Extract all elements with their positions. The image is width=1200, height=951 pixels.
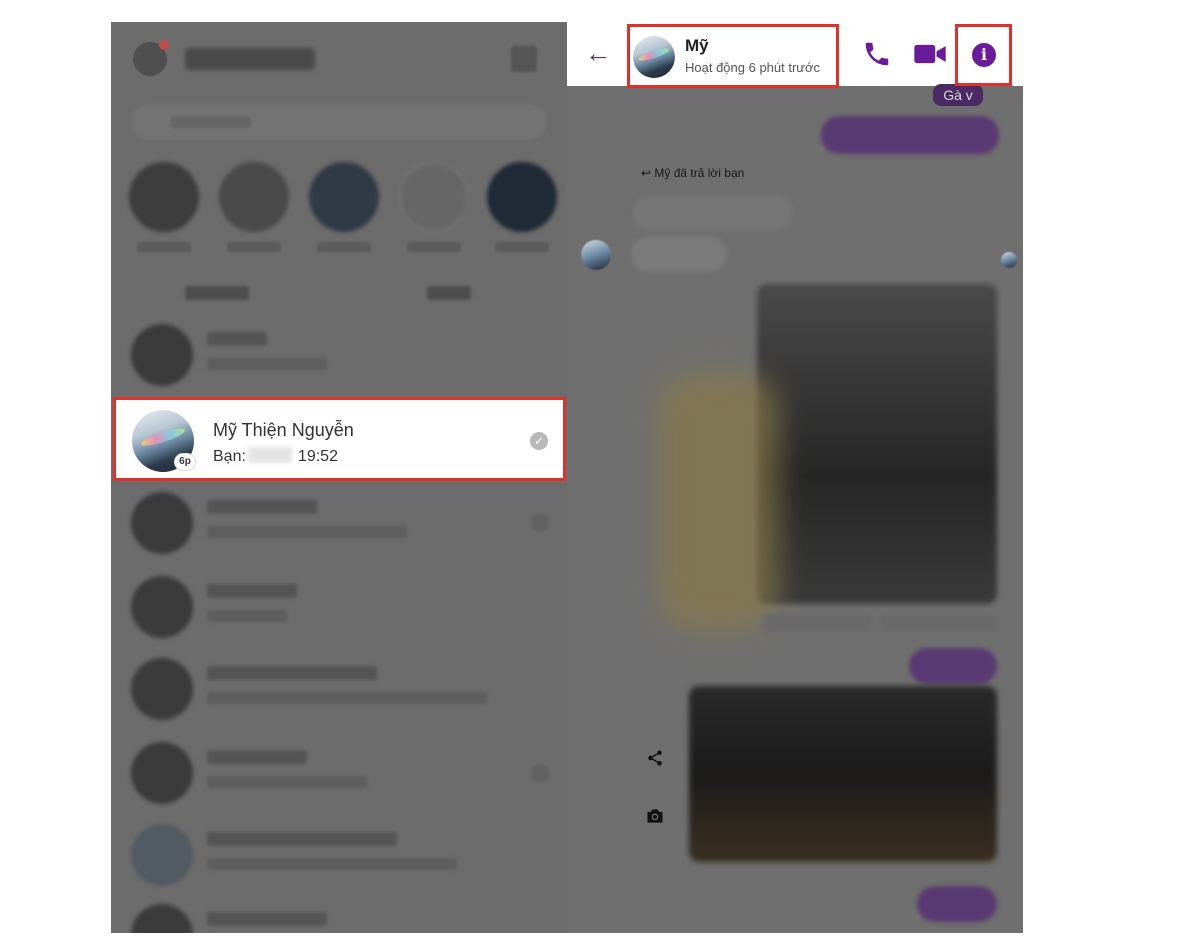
avatar (131, 576, 193, 638)
chat-contact-header[interactable]: Mỹ Hoạt động 6 phút trước (627, 24, 839, 88)
story-name (137, 242, 191, 252)
read-indicator-icon (531, 514, 549, 532)
story-name (407, 242, 461, 252)
active-status: Hoạt động 6 phút trước (685, 60, 821, 75)
avatar (131, 904, 193, 933)
list-item-name (207, 500, 317, 514)
phone-icon[interactable] (862, 39, 892, 69)
check-circle-icon: ✓ (530, 432, 548, 450)
list-item[interactable] (111, 648, 567, 728)
message-bubble-outgoing: Gà v (933, 84, 983, 106)
message-preview: Bạn: 19:52 (213, 447, 338, 466)
compose-icon[interactable] (511, 46, 537, 72)
camera-icon[interactable] (637, 798, 673, 834)
avatar (131, 742, 193, 804)
preview-time: 19:52 (297, 448, 338, 465)
arrow-left-icon[interactable]: ← (585, 38, 611, 68)
photo-message[interactable] (689, 686, 997, 862)
info-button[interactable]: i (955, 24, 1012, 86)
list-item-preview (207, 858, 457, 870)
photo-caption (763, 614, 873, 632)
list-item-preview (207, 526, 407, 538)
list-item[interactable] (111, 314, 567, 394)
reply-arrow-icon: ↩ (641, 166, 655, 180)
sticker-decoration (659, 372, 779, 632)
list-item-name (207, 832, 397, 846)
list-item-name (207, 750, 307, 764)
story-item[interactable] (219, 162, 295, 252)
seen-avatar (1001, 252, 1017, 268)
photo-caption (879, 614, 999, 632)
tab-primary[interactable] (185, 286, 249, 300)
list-item-preview (207, 610, 287, 622)
story-item[interactable] (309, 162, 385, 252)
list-item-name (207, 332, 267, 346)
contact-name: Mỹ (685, 36, 709, 55)
avatar (131, 824, 193, 886)
read-indicator-icon (531, 764, 549, 782)
profile-avatar[interactable] (133, 40, 169, 76)
story-avatar (129, 162, 199, 232)
active-time-badge: 6p (174, 453, 196, 471)
reply-indicator: ↩ Mỹ đã trả lời bạn (641, 166, 744, 180)
inbox-tabs (111, 278, 567, 308)
story-name (317, 242, 371, 252)
chats-header (111, 22, 567, 102)
conversation-row-selected[interactable]: 6p Mỹ Thiện Nguyễn Bạn: 19:52 ✓ (113, 397, 566, 481)
list-item[interactable] (111, 566, 567, 646)
contact-avatar (633, 36, 675, 78)
chats-title (185, 48, 315, 70)
reply-text: Mỹ đã trả lời bạn (654, 166, 745, 180)
story-item[interactable] (399, 162, 475, 252)
story-item[interactable] (487, 162, 563, 252)
list-item-name (207, 666, 377, 680)
avatar (131, 324, 193, 386)
contact-name: Mỹ Thiện Nguyễn (213, 420, 354, 440)
info-icon: i (972, 43, 996, 67)
list-item[interactable] (111, 732, 567, 812)
search-bar[interactable] (131, 104, 547, 140)
tab-secondary[interactable] (427, 286, 471, 300)
list-item-preview (207, 776, 367, 788)
message-bubble-incoming (631, 236, 727, 272)
avatar (131, 492, 193, 554)
list-item[interactable] (111, 482, 567, 562)
message-bubble-outgoing (917, 886, 997, 922)
sender-avatar (581, 240, 611, 270)
share-icon[interactable] (637, 740, 673, 776)
story-item[interactable] (129, 162, 205, 252)
story-avatar (309, 162, 379, 232)
story-name (227, 242, 281, 252)
quoted-message (633, 196, 793, 230)
photo-message[interactable] (757, 284, 997, 604)
preview-redacted (247, 447, 292, 463)
list-item[interactable] (111, 814, 567, 894)
message-bubble-outgoing (821, 116, 999, 154)
avatar (131, 658, 193, 720)
story-avatar (487, 162, 557, 232)
story-name (495, 242, 549, 252)
video-camera-icon[interactable] (913, 41, 947, 67)
story-avatar (399, 162, 469, 232)
list-item-preview (207, 358, 327, 370)
story-avatar (219, 162, 289, 232)
list-item-name (207, 584, 297, 598)
chat-panel: ← Gà v ↩ Mỹ đã trả lời bạn (567, 22, 1023, 933)
message-bubble-outgoing (909, 648, 997, 684)
screenshot-stage: 6p Mỹ Thiện Nguyễn Bạn: 19:52 ✓ ← Gà v ↩ … (0, 0, 1200, 951)
list-item[interactable] (111, 894, 567, 933)
list-item-name (207, 912, 327, 926)
list-item-preview (207, 692, 487, 704)
preview-sender: Bạn: (213, 448, 246, 465)
